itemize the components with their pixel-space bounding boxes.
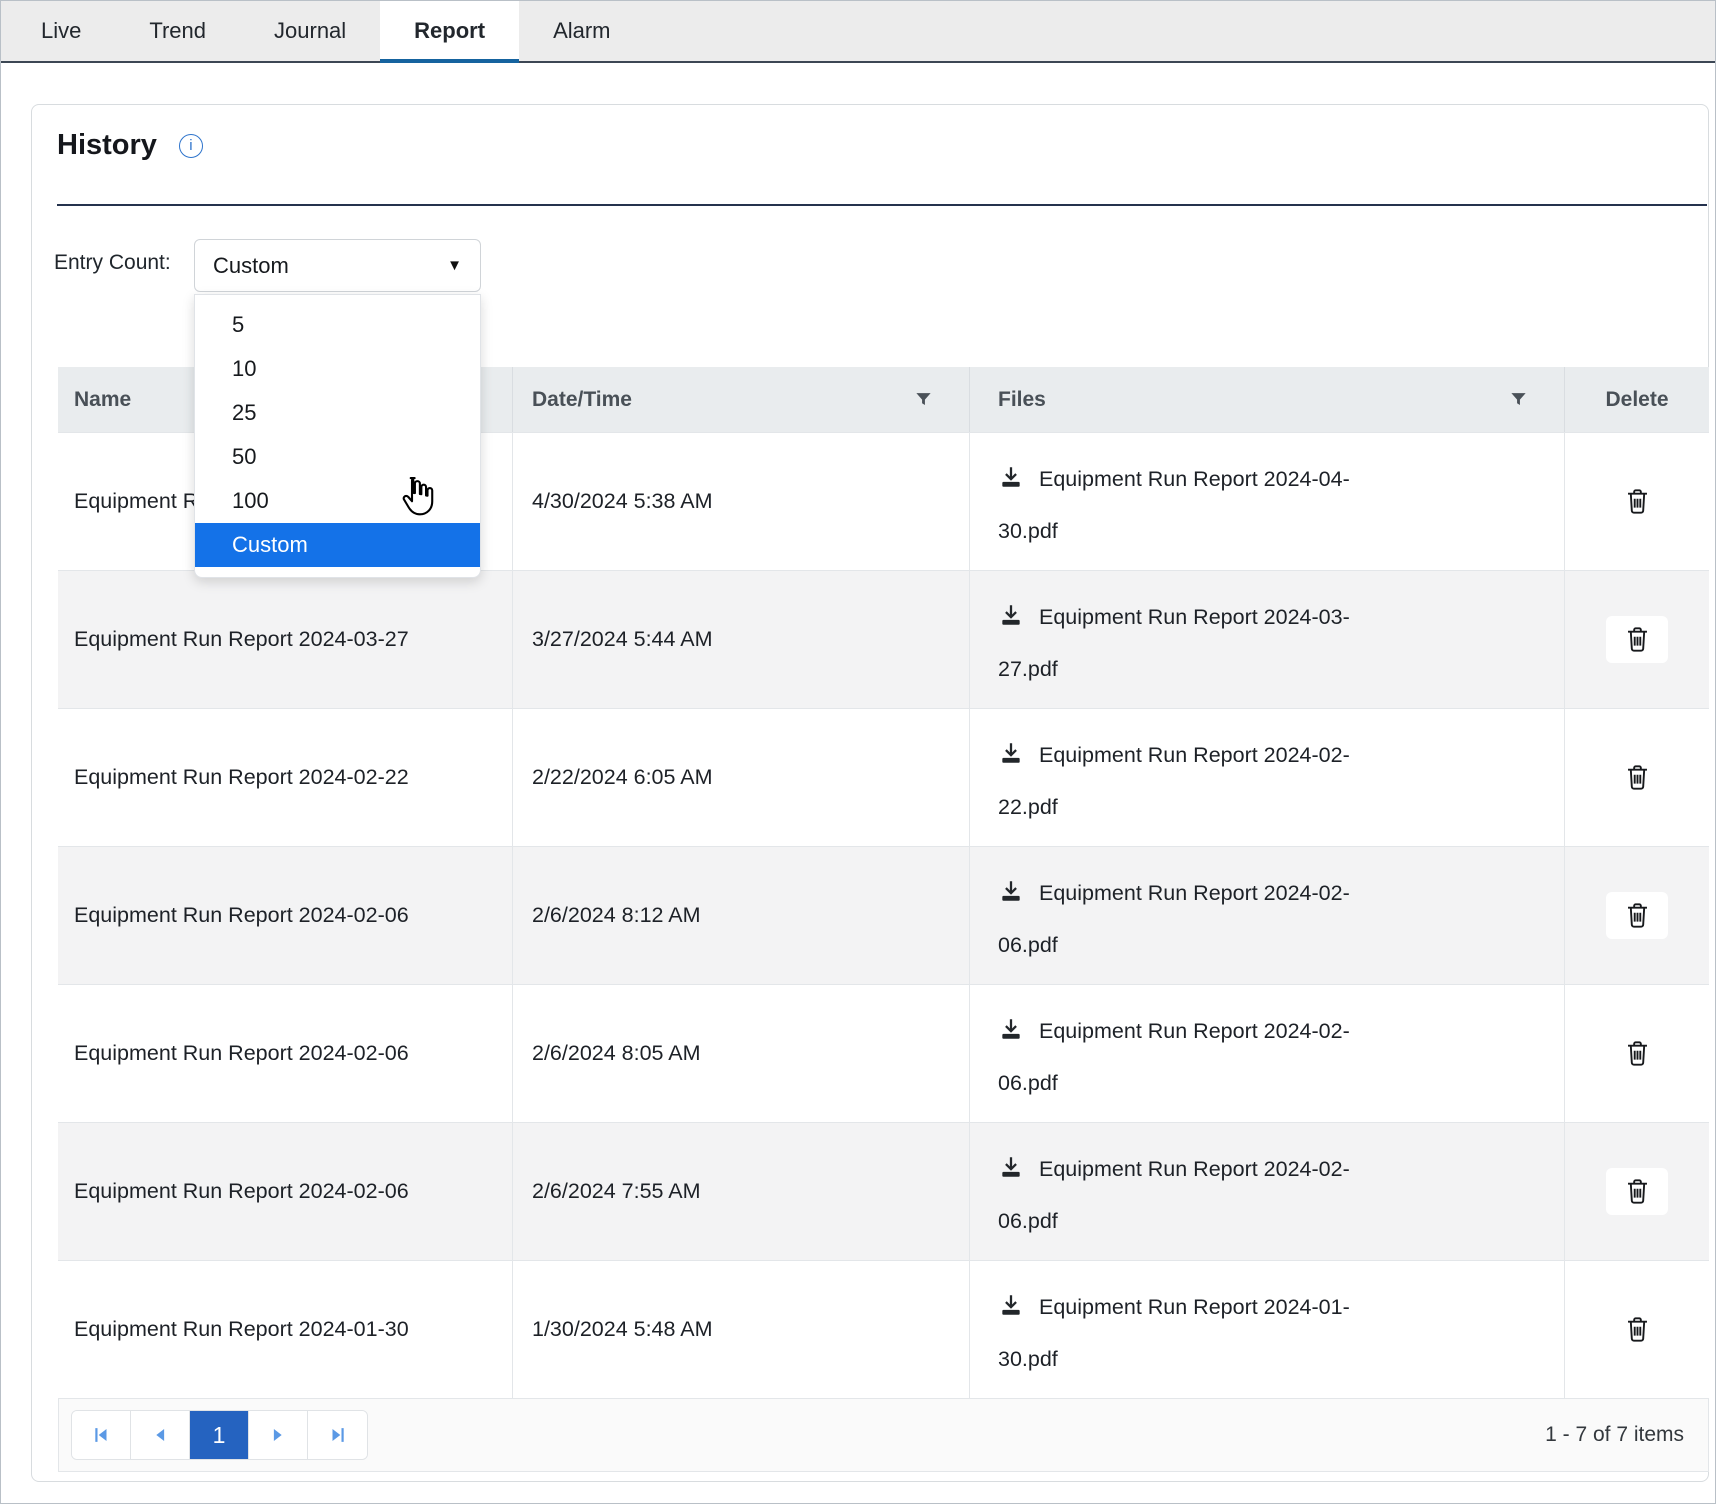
delete-button[interactable]: [1606, 754, 1668, 801]
report-file-link[interactable]: Equipment Run Report 2024-04-30.pdf: [970, 433, 1565, 570]
report-file-link[interactable]: Equipment Run Report 2024-02-06.pdf: [970, 985, 1565, 1122]
download-icon[interactable]: [998, 1149, 1024, 1197]
download-icon[interactable]: [998, 459, 1024, 507]
tab-alarm[interactable]: Alarm: [519, 1, 644, 61]
history-panel: History i Entry Count: Custom ▼ 5102550 1…: [31, 104, 1709, 1482]
items-count-label: 1 - 7 of 7 items: [1545, 1423, 1684, 1447]
report-name-cell: Equipment Run Report 2024-02-22: [58, 709, 513, 846]
filter-icon[interactable]: [1509, 390, 1528, 409]
delete-button[interactable]: [1606, 616, 1668, 663]
download-icon[interactable]: [998, 1011, 1024, 1059]
entry-count-option-25[interactable]: 25: [195, 391, 480, 435]
next-page-button[interactable]: [249, 1411, 308, 1459]
report-datetime-cell: 2/6/2024 8:12 AM: [513, 847, 970, 984]
pagination-bar: 1 1 - 7 of 7 items: [58, 1398, 1709, 1472]
table-row: Equipment Run Report 2024-03-27 3/27/202…: [58, 570, 1709, 708]
title-divider: [57, 204, 1707, 206]
entry-count-option-10[interactable]: 10: [195, 347, 480, 391]
entry-count-option-5[interactable]: 5: [195, 303, 480, 347]
report-name-cell: Equipment Run Report 2024-01-30: [58, 1261, 513, 1398]
download-icon[interactable]: [998, 1287, 1024, 1335]
entry-count-value: Custom: [213, 253, 289, 279]
tab-trend[interactable]: Trend: [115, 1, 240, 61]
table-row: Equipment Run Report 2024-01-30 1/30/202…: [58, 1260, 1709, 1398]
app-window: LiveTrendJournalReportAlarm History i En…: [0, 0, 1716, 1504]
tab-report[interactable]: Report: [380, 1, 519, 61]
tab-live[interactable]: Live: [7, 1, 115, 61]
report-file-link[interactable]: Equipment Run Report 2024-02-06.pdf: [970, 847, 1565, 984]
report-datetime-cell: 2/6/2024 8:05 AM: [513, 985, 970, 1122]
hand-cursor-icon: [396, 474, 438, 525]
entry-count-label: Entry Count:: [54, 251, 171, 275]
report-datetime-cell: 3/27/2024 5:44 AM: [513, 571, 970, 708]
report-name-cell: Equipment Run Report 2024-02-06: [58, 847, 513, 984]
page-title: History: [57, 129, 157, 162]
table-row: Equipment Run Report 2024-02-06 2/6/2024…: [58, 846, 1709, 984]
filter-icon[interactable]: [914, 390, 933, 409]
report-name-cell: Equipment Run Report 2024-03-27: [58, 571, 513, 708]
column-header-delete: Delete: [1565, 367, 1709, 432]
report-file-link[interactable]: Equipment Run Report 2024-03-27.pdf: [970, 571, 1565, 708]
download-icon[interactable]: [998, 735, 1024, 783]
delete-button[interactable]: [1606, 1168, 1668, 1215]
last-page-button[interactable]: [308, 1411, 367, 1459]
table-row: Equipment Run Report 2024-02-22 2/22/202…: [58, 708, 1709, 846]
delete-cell: [1565, 433, 1709, 570]
tab-journal[interactable]: Journal: [240, 1, 380, 61]
table-row: Equipment Run Report 2024-02-06 2/6/2024…: [58, 984, 1709, 1122]
entry-count-option-custom[interactable]: Custom: [195, 523, 480, 567]
report-datetime-cell: 2/6/2024 7:55 AM: [513, 1123, 970, 1260]
table-row: Equipment Run Report 2024-02-06 2/6/2024…: [58, 1122, 1709, 1260]
report-datetime-cell: 1/30/2024 5:48 AM: [513, 1261, 970, 1398]
entry-count-option-50[interactable]: 50: [195, 435, 480, 479]
delete-button[interactable]: [1606, 1306, 1668, 1353]
delete-cell: [1565, 1261, 1709, 1398]
report-file-link[interactable]: Equipment Run Report 2024-02-22.pdf: [970, 709, 1565, 846]
info-icon[interactable]: i: [179, 134, 203, 158]
column-header-datetime[interactable]: Date/Time: [513, 367, 970, 432]
report-datetime-cell: 2/22/2024 6:05 AM: [513, 709, 970, 846]
previous-page-button[interactable]: [131, 1411, 190, 1459]
report-datetime-cell: 4/30/2024 5:38 AM: [513, 433, 970, 570]
delete-button[interactable]: [1606, 1030, 1668, 1077]
delete-cell: [1565, 571, 1709, 708]
tab-bar: LiveTrendJournalReportAlarm: [1, 1, 1715, 63]
delete-button[interactable]: [1606, 892, 1668, 939]
page-1-button[interactable]: 1: [190, 1411, 249, 1459]
report-name-cell: Equipment Run Report 2024-02-06: [58, 1123, 513, 1260]
delete-cell: [1565, 847, 1709, 984]
download-icon[interactable]: [998, 873, 1024, 921]
pagination-controls: 1: [71, 1410, 368, 1460]
delete-cell: [1565, 709, 1709, 846]
delete-cell: [1565, 1123, 1709, 1260]
column-header-files[interactable]: Files: [970, 367, 1565, 432]
report-name-cell: Equipment Run Report 2024-02-06: [58, 985, 513, 1122]
first-page-button[interactable]: [72, 1411, 131, 1459]
report-file-link[interactable]: Equipment Run Report 2024-01-30.pdf: [970, 1261, 1565, 1398]
report-file-link[interactable]: Equipment Run Report 2024-02-06.pdf: [970, 1123, 1565, 1260]
entry-count-dropdown: 5102550100Custom: [194, 294, 481, 578]
download-icon[interactable]: [998, 597, 1024, 645]
delete-cell: [1565, 985, 1709, 1122]
entry-count-select[interactable]: Custom ▼: [194, 239, 481, 292]
delete-button[interactable]: [1606, 478, 1668, 525]
chevron-down-icon: ▼: [447, 257, 462, 274]
